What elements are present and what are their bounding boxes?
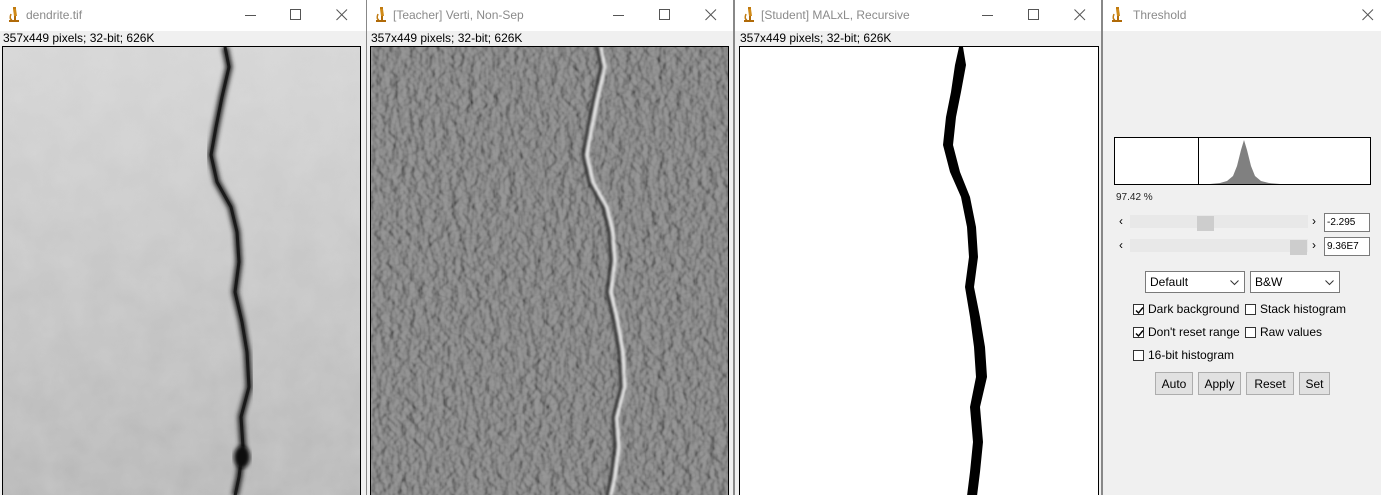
method-select-value: Default <box>1150 275 1189 289</box>
apply-button[interactable]: Apply <box>1198 372 1241 395</box>
image-canvas[interactable] <box>370 46 729 495</box>
checkmark-icon <box>1135 307 1144 315</box>
close-icon <box>1074 9 1086 21</box>
imagej-microscope-icon <box>375 7 387 23</box>
image-info: 357x449 pixels; 32-bit; 626K <box>371 31 523 45</box>
chevron-down-icon <box>1325 280 1334 286</box>
slider-right-arrow-icon[interactable]: › <box>1312 214 1316 228</box>
minimize-button[interactable] <box>596 0 642 31</box>
image-info: 357x449 pixels; 32-bit; 626K <box>740 31 892 45</box>
checkbox-box[interactable] <box>1245 304 1256 315</box>
image-canvas[interactable] <box>2 46 361 495</box>
checkbox-box[interactable] <box>1245 327 1256 338</box>
histogram-plot <box>1198 138 1280 184</box>
title-bar[interactable]: dendrite.tif <box>0 0 366 31</box>
checkbox-box[interactable] <box>1133 327 1144 338</box>
minimize-icon <box>245 15 256 16</box>
reset-button[interactable]: Reset <box>1246 372 1294 395</box>
close-button[interactable] <box>1345 0 1381 31</box>
slider-thumb[interactable] <box>1197 216 1214 231</box>
auto-button[interactable]: Auto <box>1155 372 1193 395</box>
checkbox-label: Dark background <box>1148 302 1240 316</box>
title-bar[interactable]: Threshold <box>1103 0 1381 31</box>
close-button[interactable] <box>688 0 733 31</box>
checkbox-label: Stack histogram <box>1260 302 1347 316</box>
imagej-microscope-icon <box>1111 7 1123 23</box>
image-window-dendrite[interactable]: dendrite.tif 357x449 pixels; 32-bit; 626… <box>0 0 366 495</box>
close-icon <box>705 9 717 21</box>
image-info: 357x449 pixels; 32-bit; 626K <box>3 31 155 45</box>
image-canvas[interactable] <box>739 46 1099 495</box>
slider-left-arrow-icon[interactable]: ‹ <box>1119 214 1123 228</box>
slider-left-arrow-icon[interactable]: ‹ <box>1119 238 1123 252</box>
checkbox-box[interactable] <box>1133 304 1144 315</box>
close-icon <box>1362 9 1374 21</box>
imagej-microscope-icon <box>743 7 755 23</box>
image-window-teacher[interactable]: [Teacher] Verti, Non-Sep 357x449 pixels;… <box>366 0 734 495</box>
imagej-microscope-icon <box>8 7 20 23</box>
title-bar[interactable]: [Student] MALxL, Recursive <box>735 0 1101 31</box>
maximize-icon <box>290 9 301 20</box>
minimize-icon <box>982 15 993 16</box>
chevron-down-icon <box>1230 280 1239 286</box>
slider-thumb[interactable] <box>1290 240 1307 255</box>
maximize-icon <box>1028 9 1039 20</box>
maximize-button[interactable] <box>642 0 688 31</box>
maximize-icon <box>659 9 670 20</box>
display-mode-select[interactable]: B&W <box>1250 271 1340 293</box>
slider-right-arrow-icon[interactable]: › <box>1312 238 1316 252</box>
upper-threshold-slider[interactable]: ‹ › <box>1114 237 1324 255</box>
close-button[interactable] <box>1057 0 1101 31</box>
window-title: [Teacher] Verti, Non-Sep <box>393 8 524 22</box>
dendrite-image <box>3 47 360 495</box>
minimize-button[interactable] <box>228 0 274 31</box>
checkbox-label: Don't reset range <box>1148 325 1240 339</box>
checkbox-box[interactable] <box>1133 350 1144 361</box>
method-select[interactable]: Default <box>1145 271 1245 293</box>
display-mode-select-value: B&W <box>1255 275 1283 289</box>
slider-track[interactable] <box>1130 215 1308 231</box>
set-button[interactable]: Set <box>1299 372 1330 395</box>
title-bar[interactable]: [Teacher] Verti, Non-Sep <box>367 0 733 31</box>
maximize-button[interactable] <box>1011 0 1057 31</box>
image-window-student[interactable]: [Student] MALxL, Recursive 357x449 pixel… <box>734 0 1102 495</box>
teacher-derivative-image <box>371 47 728 495</box>
minimize-icon <box>613 15 624 16</box>
lower-threshold-slider[interactable]: ‹ › <box>1114 213 1324 231</box>
slider-track[interactable] <box>1130 239 1308 255</box>
checkmark-icon <box>1135 330 1144 338</box>
close-button[interactable] <box>319 0 365 31</box>
window-title: [Student] MALxL, Recursive <box>761 8 910 22</box>
upper-threshold-value[interactable]: 9.36E7 <box>1324 237 1370 256</box>
window-title: dendrite.tif <box>26 8 83 22</box>
checkbox-label: Raw values <box>1260 325 1323 339</box>
close-icon <box>336 9 348 21</box>
window-title: Threshold <box>1133 8 1187 22</box>
lower-threshold-value[interactable]: -2.295 <box>1324 213 1370 232</box>
minimize-button[interactable] <box>965 0 1011 31</box>
checkbox-label: 16-bit histogram <box>1148 348 1235 362</box>
student-threshold-image <box>943 47 987 495</box>
histogram[interactable] <box>1114 137 1371 185</box>
maximize-button[interactable] <box>273 0 319 31</box>
threshold-percent: 97.42 % <box>1116 192 1153 203</box>
